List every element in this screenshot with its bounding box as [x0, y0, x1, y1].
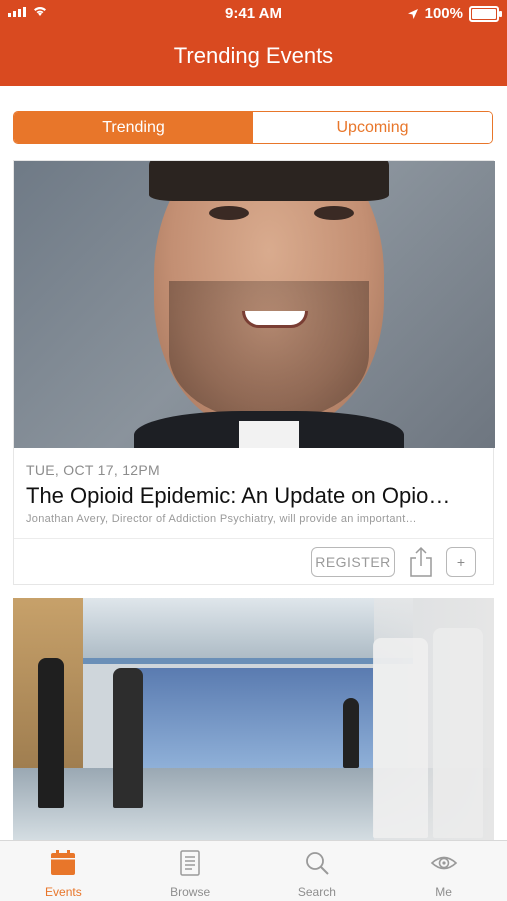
- location-arrow-icon: [407, 8, 418, 19]
- segmented-control: Trending Upcoming: [13, 111, 493, 144]
- tab-me[interactable]: Me: [380, 841, 507, 901]
- register-button[interactable]: REGISTER: [311, 547, 395, 577]
- event-description: Jonathan Avery, Director of Addiction Ps…: [26, 513, 417, 525]
- tab-search[interactable]: Search: [254, 841, 381, 901]
- calendar-icon: [51, 850, 76, 875]
- tab-browse-label: Browse: [170, 885, 211, 899]
- page-title: Trending Events: [173, 43, 334, 68]
- event-date: TUE, OCT 17, 12PM: [26, 462, 160, 478]
- status-bar: 9:41 AM 100%: [0, 0, 507, 28]
- tab-me-label: Me: [435, 885, 452, 899]
- event-title[interactable]: The Opioid Epidemic: An Update on Opio…: [26, 483, 450, 509]
- document-icon: [180, 850, 200, 876]
- search-icon: [305, 852, 329, 875]
- app-header: 9:41 AM 100% Trending Events: [0, 0, 507, 86]
- share-icon: [410, 546, 432, 577]
- tab-browse[interactable]: Browse: [127, 841, 254, 901]
- tab-upcoming[interactable]: Upcoming: [253, 112, 492, 143]
- tab-events-label: Events: [45, 885, 82, 899]
- eye-icon: [430, 856, 457, 870]
- tab-events[interactable]: Events: [0, 841, 127, 901]
- event-photo-lobby[interactable]: [13, 598, 494, 840]
- add-button[interactable]: +: [446, 547, 476, 577]
- tab-bar: Events Browse Search Me: [0, 840, 507, 901]
- event-card[interactable]: TUE, OCT 17, 12PM The Opioid Epidemic: A…: [13, 160, 495, 585]
- event-photo: [14, 161, 495, 448]
- battery-icon: [469, 5, 502, 22]
- tab-trending[interactable]: Trending: [14, 112, 253, 143]
- tab-search-label: Search: [297, 885, 336, 899]
- battery-percent: 100%: [424, 5, 463, 22]
- share-button[interactable]: [406, 545, 436, 579]
- divider: [14, 538, 493, 539]
